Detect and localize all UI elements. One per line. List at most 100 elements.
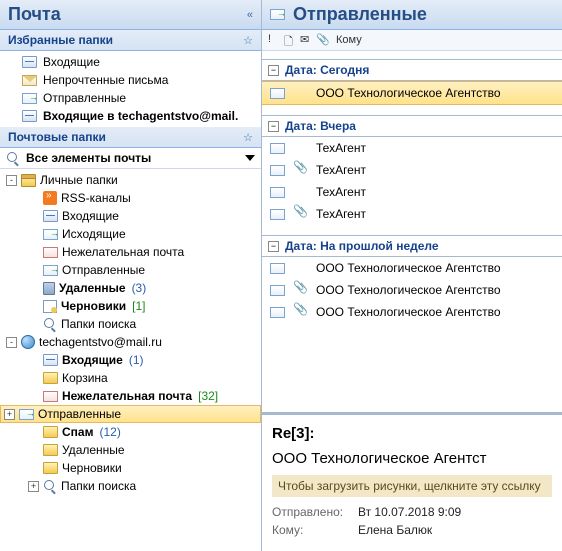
collapse-icon[interactable]: − xyxy=(268,121,279,132)
junk-icon xyxy=(43,391,58,402)
expand-icon[interactable]: + xyxy=(28,481,39,492)
tree-folder[interactable]: +Папки поиска xyxy=(0,477,261,495)
tree-folder[interactable]: Черновики xyxy=(0,459,261,477)
expand-icon[interactable]: - xyxy=(6,175,17,186)
message-row[interactable]: ТехАгент xyxy=(262,159,562,181)
collapse-icon[interactable]: − xyxy=(268,65,279,76)
group-label: Дата: Вчера xyxy=(285,119,356,133)
favorite-folder[interactable]: Входящие в techagentstvo@mail. xyxy=(0,107,261,125)
group-header[interactable]: −Дата: Сегодня xyxy=(262,59,562,81)
content-pane: Отправленные ! 🗋 ✉ 📎 Кому −Дата: Сегодня… xyxy=(262,0,562,551)
favorite-folder[interactable]: Непрочтенные письма xyxy=(0,71,261,89)
folder-label: Входящие xyxy=(62,209,119,223)
expand-icon xyxy=(28,463,39,474)
folder-label: Непрочтенные письма xyxy=(43,73,168,87)
tree-folder[interactable]: Входящие xyxy=(0,207,261,225)
expand-icon xyxy=(28,391,39,402)
tree-folder[interactable]: Нежелательная почта[32] xyxy=(0,387,261,405)
message-row[interactable]: ТехАгент xyxy=(262,137,562,159)
tree-folder[interactable]: RSS-каналы xyxy=(0,189,261,207)
sent-value: Вт 10.07.2018 9:09 xyxy=(358,505,461,519)
globe-icon xyxy=(21,335,35,349)
inbox-icon xyxy=(43,354,58,366)
mailfolders-header[interactable]: Почтовые папки ☆ xyxy=(0,127,261,148)
column-headers[interactable]: ! 🗋 ✉ 📎 Кому xyxy=(262,30,562,51)
tree-folder[interactable]: Нежелательная почта xyxy=(0,243,261,261)
inbox-icon xyxy=(43,210,58,222)
tree-folder[interactable]: Удаленные(3) xyxy=(0,279,261,297)
message-to: ТехАгент xyxy=(316,185,556,199)
inbox-icon xyxy=(22,110,37,122)
tree-folder[interactable]: Исходящие xyxy=(0,225,261,243)
collapse-icon[interactable]: − xyxy=(268,241,279,252)
unread-count: (1) xyxy=(129,353,144,367)
group-header[interactable]: −Дата: Вчера xyxy=(262,115,562,137)
tree-folder[interactable]: Черновики [1] xyxy=(0,297,261,315)
folder-label: Входящие в techagentstvo@mail. xyxy=(43,109,238,123)
expand-icon xyxy=(28,211,39,222)
message-row[interactable]: ООО Технологическое Агентство xyxy=(262,81,562,105)
infobar[interactable]: Чтобы загрузить рисунки, щелкните эту сс… xyxy=(272,475,552,497)
tree-folder[interactable]: Входящие(1) xyxy=(0,351,261,369)
favorite-folder[interactable]: Входящие xyxy=(0,53,261,71)
to-value: Елена Балюк xyxy=(358,523,432,537)
tree-folder[interactable]: +Отправленные xyxy=(0,405,261,423)
expand-icon[interactable]: + xyxy=(4,409,15,420)
folder-label: RSS-каналы xyxy=(61,191,131,205)
folder-label: Личные папки xyxy=(40,173,118,187)
message-to: ООО Технологическое Агентство xyxy=(316,86,556,100)
all-mail-items[interactable]: Все элементы почты xyxy=(0,148,261,169)
expand-icon xyxy=(28,301,39,312)
message-to: ТехАгент xyxy=(316,207,556,221)
dropdown-icon[interactable] xyxy=(245,155,255,161)
folder-label: Нежелательная почта xyxy=(62,389,192,403)
tree-folder[interactable]: Корзина xyxy=(0,369,261,387)
read-icon[interactable]: ✉ xyxy=(300,33,314,47)
store-icon xyxy=(21,174,36,187)
favorites-title: Избранные папки xyxy=(8,33,243,47)
to-column[interactable]: Кому xyxy=(336,34,362,46)
favorite-folder[interactable]: Отправленные xyxy=(0,89,261,107)
folder-label: Спам xyxy=(62,425,93,439)
attachment-icon xyxy=(295,283,307,297)
sent-icon xyxy=(22,93,37,104)
message-row[interactable]: ООО Технологическое Агентство xyxy=(262,301,562,323)
unread-count: [1] xyxy=(132,299,145,313)
attachment-icon[interactable]: 📎 xyxy=(316,33,330,47)
expand-icon[interactable]: - xyxy=(6,337,17,348)
tree-folder[interactable]: Папки поиска xyxy=(0,315,261,333)
reading-pane: Re[3]: ООО Технологическое Агентст Чтобы… xyxy=(262,412,562,551)
folder-icon xyxy=(43,426,58,438)
tree-folder[interactable]: - Личные папки xyxy=(0,171,261,189)
tree-folder[interactable]: Спам(12) xyxy=(0,423,261,441)
message-to: ТехАгент xyxy=(316,141,556,155)
message-row[interactable]: ООО Технологическое Агентство xyxy=(262,279,562,301)
favorites-header[interactable]: Избранные папки ☆ xyxy=(0,30,261,51)
folder-label: Исходящие xyxy=(62,227,126,241)
folder-label: Удаленные xyxy=(59,281,126,295)
folder-header: Отправленные xyxy=(262,0,562,30)
folder-label: Входящие xyxy=(43,55,100,69)
expand-icon xyxy=(28,445,39,456)
chevron-up-icon[interactable]: ☆ xyxy=(243,34,253,47)
expand-icon xyxy=(28,193,39,204)
folder-label: Черновики xyxy=(61,299,126,313)
folder-label: Нежелательная почта xyxy=(62,245,184,259)
message-row[interactable]: ООО Технологическое Агентство xyxy=(262,257,562,279)
expand-icon xyxy=(28,229,39,240)
message-row[interactable]: ТехАгент xyxy=(262,181,562,203)
importance-icon[interactable]: ! xyxy=(268,33,282,47)
collapse-nav-icon[interactable]: « xyxy=(247,9,253,21)
reminder-icon[interactable]: 🗋 xyxy=(284,33,298,47)
sent-icon xyxy=(43,265,58,276)
search-icon xyxy=(6,151,20,165)
group-header[interactable]: −Дата: На прошлой неделе xyxy=(262,235,562,257)
tree-folder[interactable]: Отправленные xyxy=(0,261,261,279)
message-icon xyxy=(270,285,285,296)
inbox-icon xyxy=(22,56,37,68)
chevron-up-icon[interactable]: ☆ xyxy=(243,131,253,144)
attachment-icon xyxy=(295,305,307,319)
tree-folder[interactable]: Удаленные xyxy=(0,441,261,459)
tree-folder[interactable]: -techagentstvo@mail.ru xyxy=(0,333,261,351)
message-row[interactable]: ТехАгент xyxy=(262,203,562,225)
